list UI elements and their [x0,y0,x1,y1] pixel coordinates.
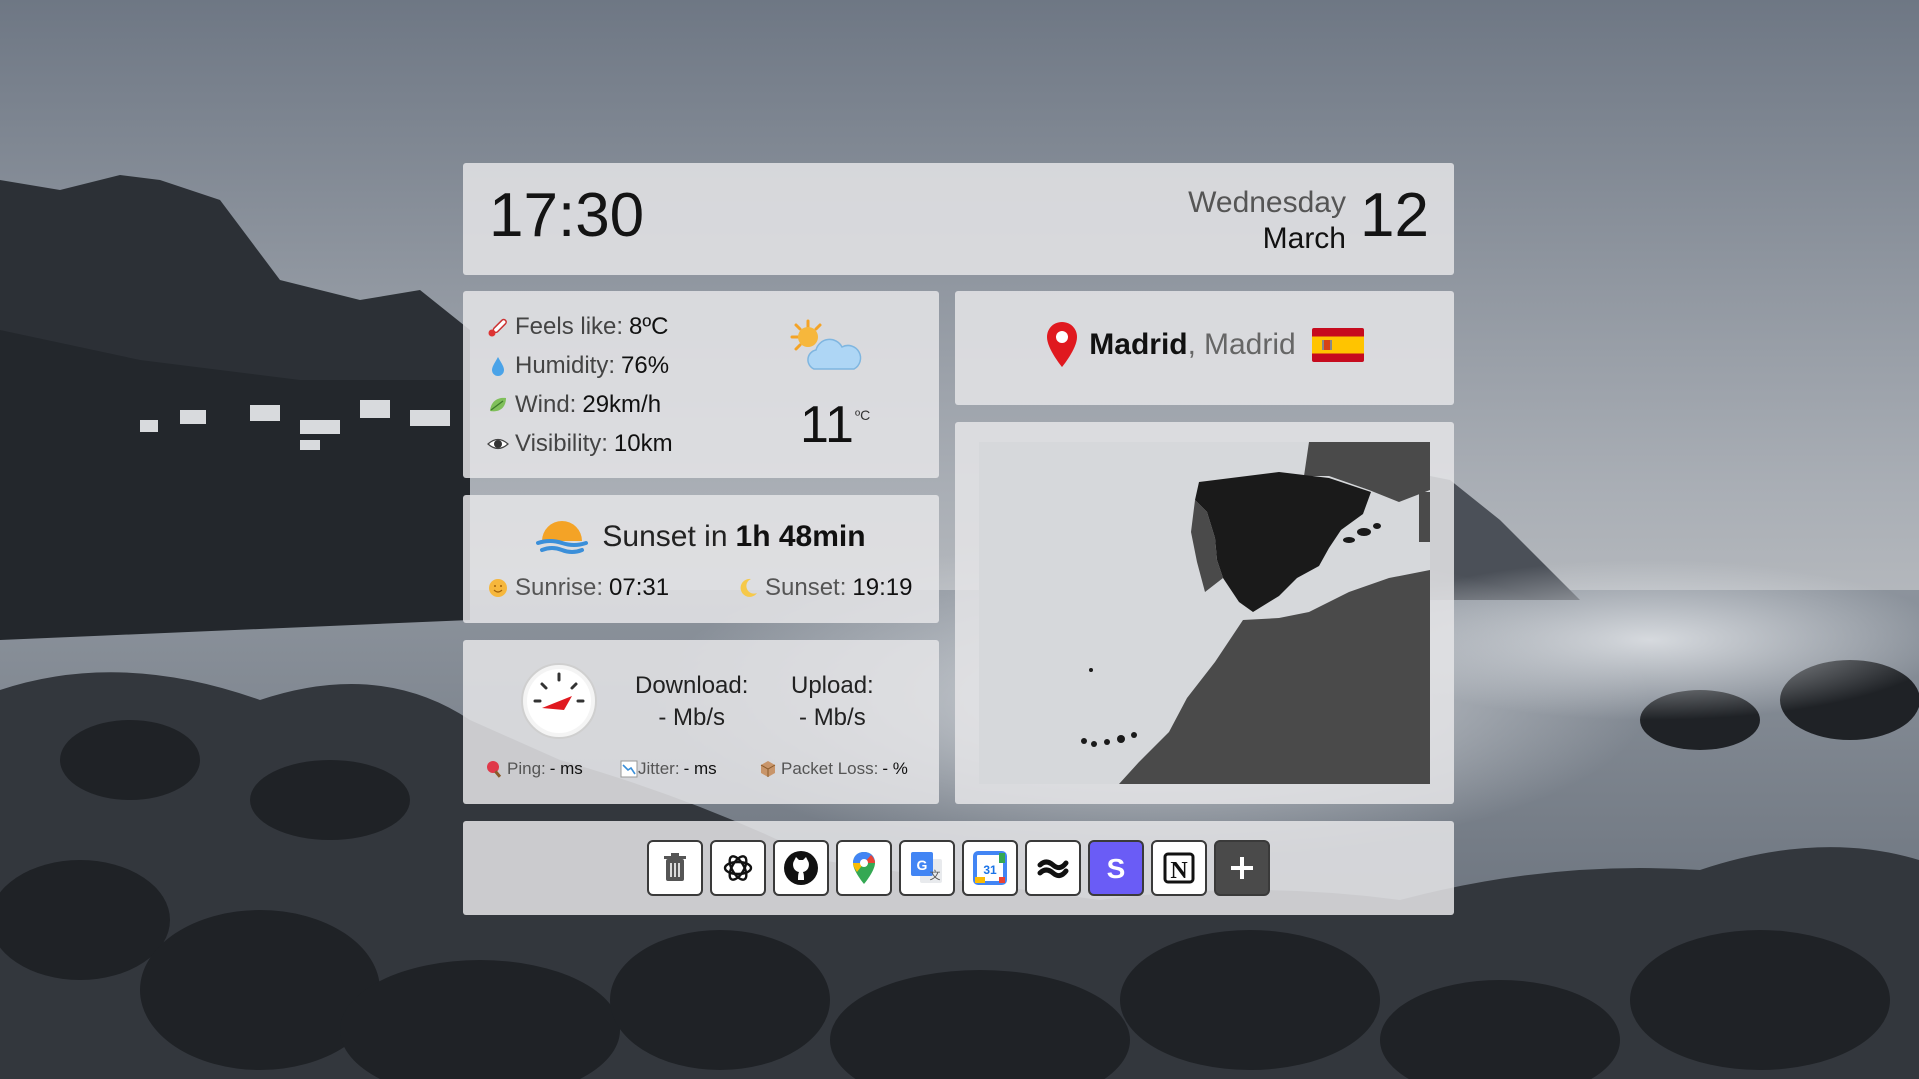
leaf-icon [490,397,506,412]
temperature: 11 [800,396,854,454]
month: March [1262,222,1346,255]
packet-loss-value: - % [882,759,908,778]
shortcut-google-calendar[interactable]: 31 [962,840,1018,896]
clock-time: 17:30 [489,181,645,250]
sunset-value: 19:19 [852,574,913,601]
shortcut-app-wave[interactable] [1025,840,1081,896]
region-map[interactable] [979,442,1430,784]
ping-pong-icon [487,761,502,778]
visibility-label: Visibility: [515,430,608,457]
upload-label: Upload: [791,672,874,699]
weekday: Wednesday [1188,186,1346,219]
location-city: Madrid [1089,328,1188,361]
upload-value: - Mb/s [799,704,866,731]
jitter-stat: Jitter: - ms [620,759,717,779]
openai-icon [723,855,753,881]
wave-icon [1037,859,1069,879]
wind-row: Wind: 29km/h [487,391,661,419]
map-panel[interactable] [955,422,1454,804]
shortcut-add[interactable] [1214,840,1270,896]
sunset-row: Sunset: 19:19 [737,574,912,602]
calendar-icon: 31 [973,851,1007,885]
temperature-unit: ºC [855,407,871,423]
shortcut-notion[interactable]: N [1151,840,1207,896]
plus-icon [1231,857,1253,879]
shortcuts-panel: G文 31 S N [463,821,1454,915]
sunrise-value: 07:31 [609,574,670,601]
jitter-label: Jitter: [638,759,680,778]
notion-letter: N [1170,858,1188,884]
shortcut-app-s[interactable]: S [1088,840,1144,896]
moon-icon [740,578,757,597]
shortcut-google-maps[interactable] [836,840,892,896]
location: Madrid, Madrid [955,321,1454,369]
humidity-label: Humidity: [515,352,616,379]
sunrise-label: Sunrise: [515,574,604,601]
download-label: Download: [635,672,749,699]
s-letter: S [1107,853,1126,884]
translate-icon: G文 [911,852,942,883]
spain-flag-icon [1311,328,1364,362]
chart-down-icon [620,760,638,778]
visibility-row: Visibility: 10km [487,430,673,458]
shortcut-google-translate[interactable]: G文 [899,840,955,896]
day-number: 12 [1360,181,1429,250]
date-words: Wednesday March [1188,185,1346,257]
sunrise-row: Sunrise: 07:31 [487,574,669,602]
sunset-icon [536,521,589,554]
sun-face-icon [489,579,507,597]
weather-panel: Feels like: 8ºC Humidity: 76% Wind: 29km… [463,291,939,478]
sunset-label: Sunset: [765,574,847,601]
location-panel[interactable]: Madrid, Madrid [955,291,1454,405]
partly-cloudy-icon [790,319,862,370]
shortcut-chatgpt[interactable] [710,840,766,896]
svg-text:文: 文 [930,868,941,882]
s-icon: S [1107,853,1126,884]
packet-loss-stat: Packet Loss: - % [759,759,908,779]
package-icon [760,761,776,777]
calendar-day: 31 [983,863,997,877]
svg-text:G: G [917,857,928,873]
sun-panel: Sunset in 1h 48min Sunrise: 07:31 Sunset… [463,495,939,623]
download-stat: Download: - Mb/s [635,670,748,734]
feels-like-row: Feels like: 8ºC [487,313,669,341]
shortcut-github[interactable] [773,840,829,896]
feels-like-label: Feels like: [515,313,624,340]
download-value: - Mb/s [658,704,726,731]
ping-label: Ping: [507,759,546,778]
thermometer-icon [488,318,507,337]
notion-icon: N [1163,852,1195,884]
github-icon [784,851,818,885]
packet-loss-label: Packet Loss: [781,759,879,778]
humidity-row: Humidity: 76% [487,352,669,380]
ping-value: - ms [549,759,583,778]
speedometer-icon[interactable] [520,662,598,740]
speedtest-panel[interactable]: Download: - Mb/s Upload: - Mb/s Ping: - … [463,640,939,804]
maps-pin-icon [853,852,875,884]
ping-stat: Ping: - ms [485,759,583,779]
clock-panel: 17:30 Wednesday March 12 [463,163,1454,275]
countdown-label: Sunset in [602,520,728,553]
wind-label: Wind: [515,391,577,418]
droplet-icon [492,357,504,376]
wind-value: 29km/h [582,391,662,418]
shortcut-bar: G文 31 S N [463,840,1454,896]
location-separator: , [1187,328,1196,361]
visibility-value: 10km [613,430,673,457]
trash-icon [664,853,686,881]
humidity-value: 76% [621,352,670,379]
location-region: Madrid [1203,328,1296,361]
jitter-value: - ms [683,759,717,778]
eye-icon [487,438,509,450]
map-pin-icon [1047,322,1078,367]
shortcut-trash[interactable] [647,840,703,896]
feels-like-value: 8ºC [629,313,669,340]
countdown-value: 1h 48min [735,520,866,553]
sunset-countdown: Sunset in 1h 48min [463,517,939,557]
upload-stat: Upload: - Mb/s [791,670,874,734]
